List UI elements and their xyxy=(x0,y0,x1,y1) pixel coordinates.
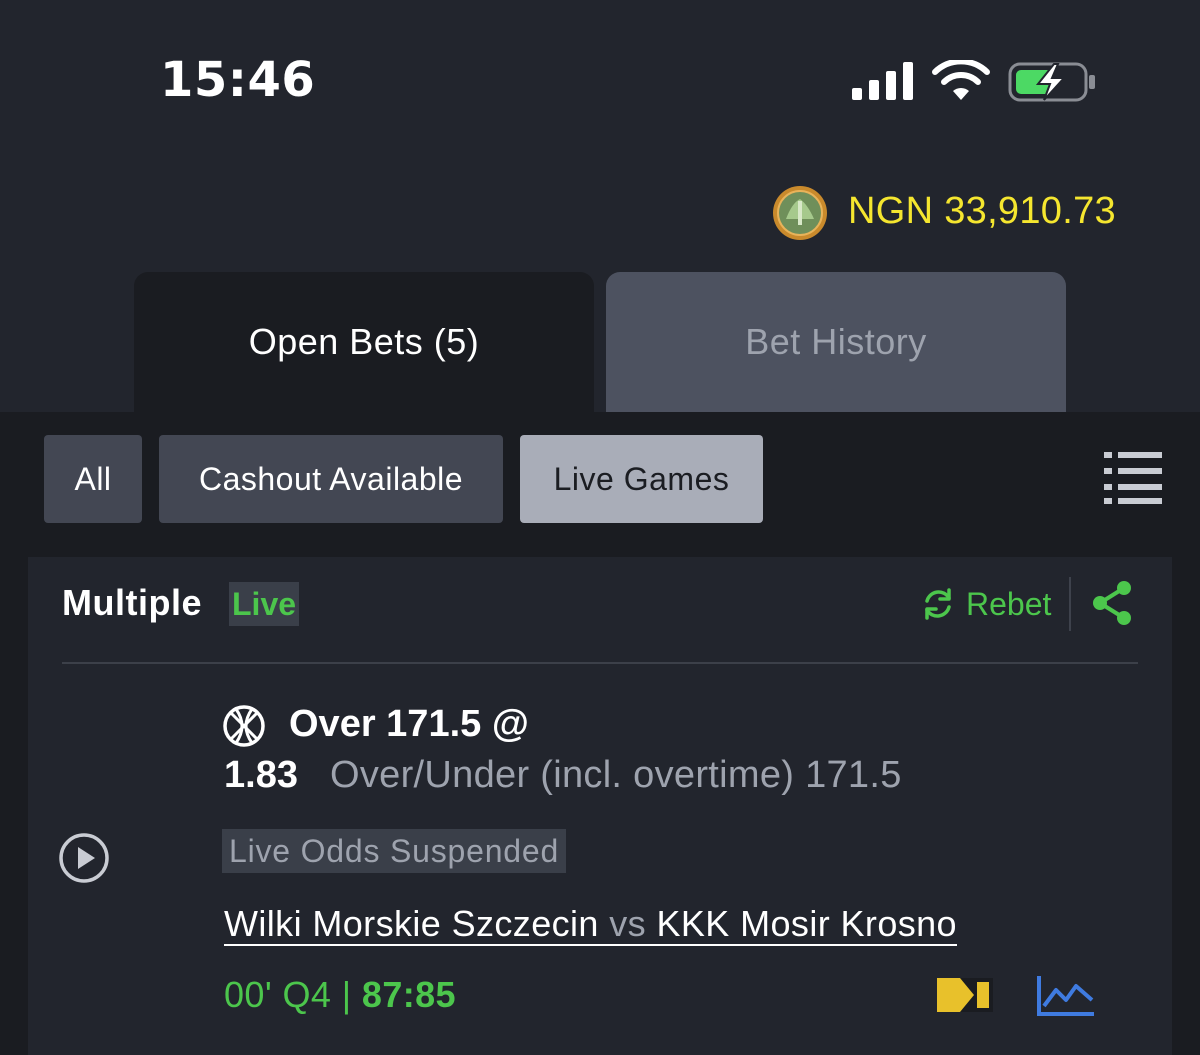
battery-charging-icon xyxy=(1008,62,1095,102)
bet-slip-screen: 15:46 NGN 33,910.73 Open Bets (5) Bet Hi… xyxy=(0,0,1200,1055)
card-divider xyxy=(62,662,1138,664)
cellular-signal-icon xyxy=(852,62,913,100)
bet-card xyxy=(28,557,1172,1055)
game-time: 00' Q4 | xyxy=(224,974,352,1015)
bet-type-label: Multiple xyxy=(62,582,202,623)
filter-cashout-available-button[interactable]: Cashout Available xyxy=(159,435,503,523)
tab-open-bets[interactable]: Open Bets (5) xyxy=(134,272,594,412)
versus-label: vs xyxy=(609,903,647,944)
selection-label: Over 171.5 @ xyxy=(289,703,529,745)
market-name: Over/Under (incl. overtime) 171.5 xyxy=(330,754,902,796)
coin-icon xyxy=(773,186,827,240)
tab-bet-history[interactable]: Bet History xyxy=(606,272,1066,412)
selection-odds: 1.83 xyxy=(224,754,298,796)
game-clock: 00' Q4 | 87:85 xyxy=(224,974,456,1016)
status-time: 15:46 xyxy=(160,52,316,108)
match-tracker-icon[interactable] xyxy=(936,977,994,1013)
rebet-button[interactable]: Rebet xyxy=(920,582,1051,626)
refresh-icon xyxy=(925,588,951,620)
balance-amount: NGN 33,910.73 xyxy=(848,190,1116,232)
live-score: 87:85 xyxy=(361,974,456,1015)
basketball-icon xyxy=(223,705,265,747)
statistics-chart-icon[interactable] xyxy=(1036,974,1096,1018)
match-link[interactable]: Wilki Morskie Szczecin vs KKK Mosir Kros… xyxy=(224,904,957,946)
home-team: Wilki Morskie Szczecin xyxy=(224,903,599,944)
list-view-icon[interactable] xyxy=(1104,448,1162,506)
live-badge: Live xyxy=(229,582,300,626)
header-divider xyxy=(1069,577,1071,631)
rebet-label: Rebet xyxy=(966,585,1052,622)
odds-status-badge: Live Odds Suspended xyxy=(222,829,567,873)
wifi-icon xyxy=(932,60,990,100)
away-team: KKK Mosir Krosno xyxy=(656,903,957,944)
play-circle-icon[interactable] xyxy=(58,832,110,884)
share-icon[interactable] xyxy=(1090,580,1134,626)
filter-all-button[interactable]: All xyxy=(44,435,142,523)
filter-live-games-button[interactable]: Live Games xyxy=(520,435,763,523)
